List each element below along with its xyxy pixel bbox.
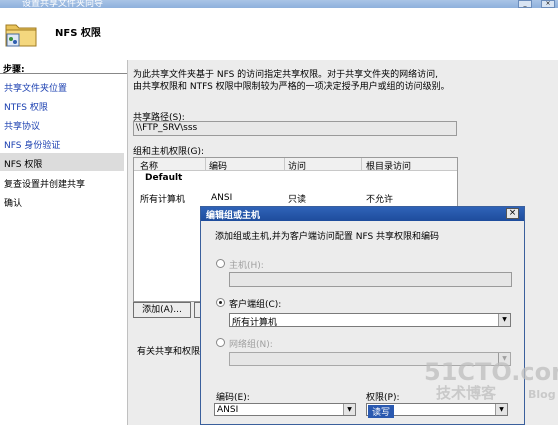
- permission-value: 读写: [368, 405, 395, 418]
- host-label: 主机(H):: [229, 261, 264, 271]
- dialog-description: 添加组或主机,并为客户端访问配置 NFS 共享权限和编码: [215, 232, 440, 242]
- client-group-value: 所有计算机: [232, 318, 278, 328]
- watermark-line-3: Blog: [528, 388, 556, 401]
- netgroup-label: 网络组(N):: [229, 340, 273, 350]
- column-separator: [205, 158, 206, 170]
- add-button[interactable]: 添加(A)...: [133, 302, 191, 318]
- step-confirmation: 确认: [4, 199, 23, 209]
- column-separator: [284, 158, 285, 170]
- step-review-settings: 复查设置并创建共享: [4, 180, 86, 190]
- permission-select[interactable]: 读写 ▼: [366, 403, 508, 418]
- encoding-select[interactable]: ANSI ▼: [214, 403, 356, 416]
- step-ntfs-permissions[interactable]: NTFS 权限: [4, 100, 48, 113]
- dialog-close-icon[interactable]: ×: [506, 208, 519, 219]
- chevron-down-icon[interactable]: ▼: [343, 404, 355, 415]
- default-group-row[interactable]: Default: [145, 173, 182, 183]
- description-line-2: 由共享权限和 NTFS 权限中限制较为严格的一项决定授予用户或组的访问级别。: [133, 82, 450, 92]
- share-path-value: \\FTP_SRV\sss: [136, 123, 198, 133]
- site-watermark: 51CTO.com 技术博客 Blog: [424, 360, 558, 402]
- chevron-down-icon[interactable]: ▼: [498, 314, 510, 326]
- encoding-label: 编码(E):: [216, 393, 250, 403]
- row-encoding-cell: ANSI: [211, 193, 233, 203]
- column-header-access[interactable]: 访问: [288, 159, 306, 172]
- column-header-name[interactable]: 名称: [140, 159, 158, 172]
- watermark-line-1: 51CTO.com: [424, 358, 558, 386]
- chevron-down-icon[interactable]: ▼: [495, 404, 507, 415]
- close-button[interactable]: ×: [541, 0, 555, 8]
- row-name-cell[interactable]: 所有计算机: [140, 192, 185, 205]
- steps-divider: [0, 73, 127, 74]
- step-nfs-authentication[interactable]: NFS 身份验证: [4, 138, 60, 151]
- step-folder-location[interactable]: 共享文件夹位置: [4, 81, 67, 94]
- host-radio[interactable]: [216, 259, 225, 268]
- client-group-radio[interactable]: [216, 298, 225, 307]
- window-titlebar: 设置共享文件夹向导 _ ×: [0, 0, 558, 9]
- help-link[interactable]: 有关共享和权限: [137, 344, 200, 357]
- dialog-title: 编辑组或主机: [206, 211, 261, 221]
- client-group-label: 客户端组(C):: [229, 300, 282, 310]
- column-separator: [361, 158, 362, 170]
- host-input[interactable]: [229, 272, 512, 287]
- shared-folder-icon: [5, 24, 37, 47]
- permission-label: 权限(P):: [366, 393, 400, 403]
- client-group-select[interactable]: 所有计算机 ▼: [229, 313, 511, 328]
- steps-sidebar: [0, 60, 128, 425]
- encoding-value: ANSI: [217, 405, 239, 415]
- column-header-encoding[interactable]: 编码: [209, 159, 227, 172]
- row-root-access-cell: 不允许: [366, 195, 394, 205]
- groups-permissions-label: 组和主机权限(G):: [133, 147, 205, 157]
- row-access-cell: 只读: [288, 195, 307, 205]
- step-nfs-permissions: NFS 权限: [4, 160, 43, 170]
- column-header-root-access[interactable]: 根目录访问: [366, 159, 411, 172]
- netgroup-radio[interactable]: [216, 338, 225, 347]
- page-title: NFS 权限: [55, 28, 101, 39]
- minimize-button[interactable]: _: [518, 0, 532, 8]
- step-share-protocol[interactable]: 共享协议: [4, 119, 40, 132]
